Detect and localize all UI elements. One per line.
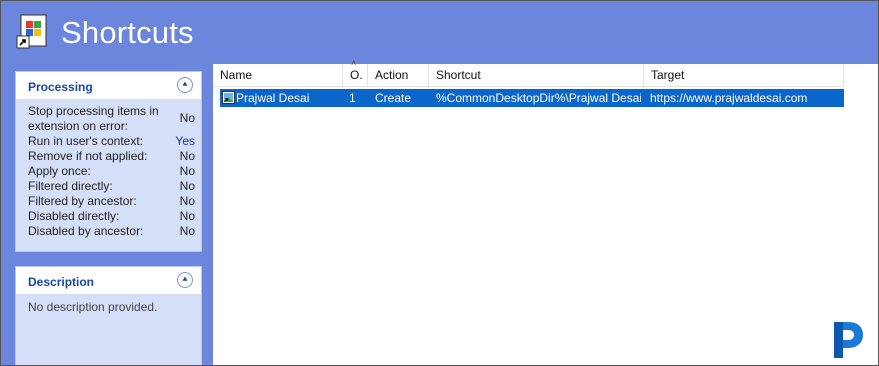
processing-panel-title: Processing [28,80,93,94]
processing-value: No [179,111,195,125]
description-panel: Description ⯅ No description provided. [15,266,202,365]
column-header-target[interactable]: Target [644,64,844,86]
collapse-chevron-icon[interactable]: ⯅ [177,77,193,93]
processing-value: No [179,224,195,238]
table-header: Name ˄ O. Action Shortcut Target [213,58,844,87]
processing-label: Disabled by ancestor: [28,224,144,238]
processing-panel-header[interactable]: Processing ⯅ [16,72,201,99]
processing-label: Run in user's context: [28,134,144,148]
processing-label: Remove if not applied: [28,149,148,163]
description-panel-title: Description [28,275,95,289]
page-title: Shortcuts [61,15,194,50]
shortcuts-list: Name ˄ O. Action Shortcut Target Prajwal… [213,58,878,365]
column-header-action[interactable]: Action [368,64,429,86]
processing-label: Filtered by ancestor: [28,194,137,208]
table-row[interactable]: Prajwal Desai 1 Create %CommonDesktopDir… [220,89,844,107]
processing-row: Disabled by ancestor: No [16,224,201,239]
cell-action: Create [375,91,412,105]
sort-ascending-icon: ˄ [351,58,357,68]
processing-row: Stop processing items in extension on er… [16,104,201,134]
processing-row: Remove if not applied: No [16,149,201,164]
processing-panel: Processing ⯅ Stop processing items in ex… [15,71,202,252]
cell-order: 1 [349,91,356,105]
processing-label: Filtered directly: [28,179,113,193]
cell-target: https://www.prajwaldesai.com [650,91,808,105]
processing-row: Disabled directly: No [16,209,201,224]
processing-value: No [179,194,195,208]
collapse-chevron-icon[interactable]: ⯅ [177,272,193,288]
processing-row: Apply once: No [16,164,201,179]
processing-value: No [179,149,195,163]
processing-value: Yes [175,134,195,148]
processing-row: Run in user's context: Yes [16,134,201,149]
processing-value: No [179,164,195,178]
processing-value: No [179,209,195,223]
description-text: No description provided. [28,300,158,314]
processing-label: Stop processing items in extension on er… [28,104,159,133]
column-header-name[interactable]: Name [213,64,343,86]
cell-name: Prajwal Desai [236,91,310,105]
header-banner: Shortcuts [1,1,878,59]
sidebar: Processing ⯅ Stop processing items in ex… [1,59,213,365]
processing-value: No [179,179,195,193]
site-logo-icon [834,322,863,358]
column-header-shortcut[interactable]: Shortcut [429,64,644,86]
processing-row: Filtered by ancestor: No [16,194,201,209]
cell-shortcut: %CommonDesktopDir%\Prajwal Desai [436,91,641,105]
processing-label: Disabled directly: [28,209,120,223]
description-panel-header[interactable]: Description ⯅ [16,267,201,294]
processing-label: Apply once: [28,164,91,178]
shortcut-app-icon [16,14,47,49]
window-frame: Shortcuts Processing ⯅ Stop processing i… [0,0,879,366]
shortcut-icon [222,91,235,104]
column-header-order[interactable]: ˄ O. [343,58,368,86]
column-header-order-label: O. [350,68,363,82]
processing-row: Filtered directly: No [16,179,201,194]
